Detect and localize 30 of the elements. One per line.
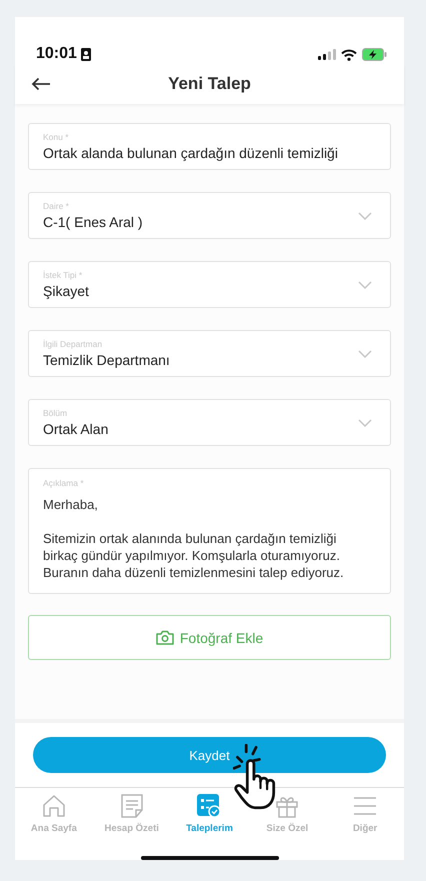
- field-value: Ortak alanda bulunan çardağın düzenli temizliği: [43, 145, 339, 161]
- field-value: Temizlik Departmanı: [43, 352, 171, 368]
- contact-card-icon: [80, 48, 91, 60]
- gift-icon: [275, 794, 300, 818]
- home-icon: [42, 794, 66, 818]
- signal-icon: [318, 49, 336, 60]
- document-icon: [120, 794, 144, 818]
- chevron-down-icon: [358, 212, 372, 220]
- save-button[interactable]: Kaydet: [33, 737, 386, 773]
- wifi-icon: [341, 48, 357, 60]
- tab-item[interactable]: Ana Sayfa: [15, 794, 93, 844]
- tab-item[interactable]: Taleplerim: [170, 794, 248, 844]
- status-time: 10:01: [36, 45, 77, 63]
- tab-item[interactable]: Hesap Özeti: [92, 794, 171, 844]
- tab-item[interactable]: Size Özel: [248, 794, 326, 844]
- field-value: C-1( Enes Aral ): [43, 214, 144, 230]
- screen-title: Yeni Talep: [168, 74, 251, 94]
- checklist-icon: [197, 794, 222, 818]
- description-text: Merhaba,: [43, 496, 99, 513]
- description-text: Sitemizin ortak alanında bulunan çardağın temizliği birkaç gündür yapılmıyor. Komşularla oturamıyoruz. Buranın daha düzenli temizlenmesini talep ediyoruz.: [43, 530, 345, 581]
- chevron-down-icon: [358, 350, 372, 358]
- chevron-down-icon: [358, 280, 372, 288]
- camera-icon: [156, 630, 174, 645]
- field-value: Ortak Alan: [43, 421, 110, 437]
- chevron-down-icon: [358, 418, 372, 426]
- add-photo-button[interactable]: Fotoğraf Ekle: [28, 615, 391, 660]
- tab-item[interactable]: Diğer: [326, 794, 404, 844]
- field-value: Şikayet: [43, 283, 90, 299]
- back-arrow-icon[interactable]: [31, 77, 51, 91]
- battery-charging-icon: [362, 48, 387, 61]
